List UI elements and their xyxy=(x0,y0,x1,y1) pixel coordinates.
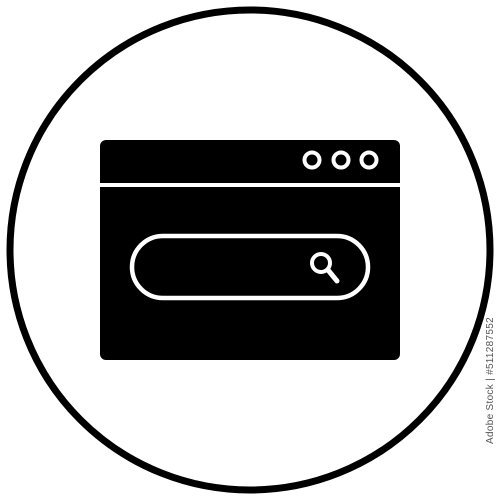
stock-id-text: Adobe Stock | #511287552 xyxy=(484,316,496,444)
icon-canvas: Adobe Stock | #511287552 xyxy=(0,0,500,500)
browser-search-icon xyxy=(6,6,494,494)
title-bar-divider xyxy=(100,183,400,187)
browser-window-icon xyxy=(100,140,400,360)
stock-id-label: Adobe Stock | #511287552 xyxy=(484,300,496,460)
